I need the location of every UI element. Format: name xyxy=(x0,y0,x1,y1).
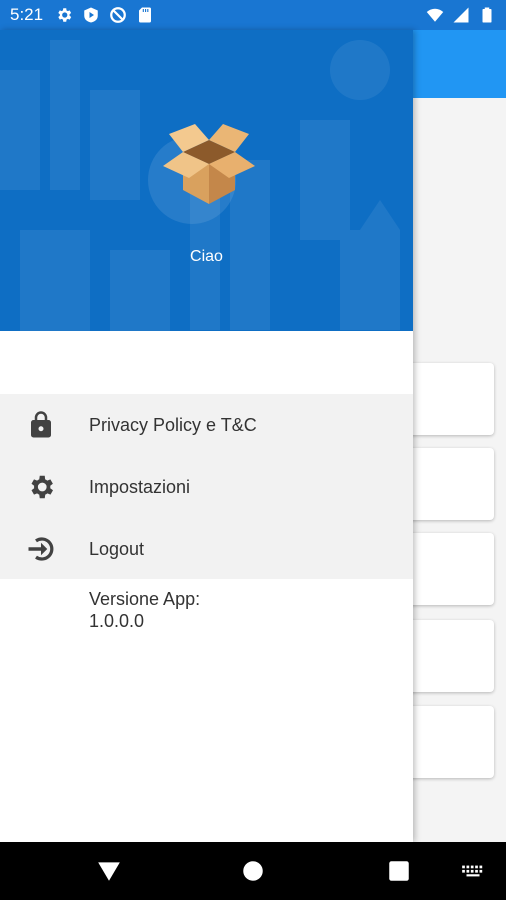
gear-icon xyxy=(58,8,72,22)
status-time: 5:21 xyxy=(10,5,44,24)
no-sync-icon xyxy=(110,7,126,23)
home-icon[interactable] xyxy=(240,858,266,884)
drawer-header: Ciao xyxy=(0,30,413,331)
menu-item-settings[interactable]: Impostazioni xyxy=(0,456,413,518)
navigation-drawer: Ciao Privacy Policy e T&C Impostazioni L… xyxy=(0,30,413,842)
version-label: Versione App: xyxy=(89,589,201,609)
menu-label: Privacy Policy e T&C xyxy=(89,414,257,435)
logout-icon xyxy=(28,537,54,561)
status-bar: 5:21 xyxy=(0,0,506,30)
status-notification-icons xyxy=(55,6,154,24)
battery-icon xyxy=(482,7,492,23)
wifi-icon xyxy=(426,8,444,22)
menu-label: Impostazioni xyxy=(89,476,191,497)
menu-item-logout[interactable]: Logout xyxy=(0,518,413,580)
box-icon xyxy=(163,124,255,204)
version-value: 1.0.0.0 xyxy=(89,611,145,631)
play-icon xyxy=(84,7,98,23)
lock-icon xyxy=(31,411,51,438)
menu-label: Logout xyxy=(89,538,145,559)
gear-icon xyxy=(31,475,53,499)
menu-item-privacy-policy[interactable]: Privacy Policy e T&C xyxy=(0,394,413,456)
signal-icon xyxy=(453,7,469,23)
status-system-icons xyxy=(426,6,496,24)
sd-card-icon xyxy=(139,7,152,23)
app-version: Versione App: 1.0.0.0 xyxy=(89,588,200,632)
keyboard-icon[interactable] xyxy=(460,858,486,884)
drawer-menu: Privacy Policy e T&C Impostazioni Logout xyxy=(0,394,413,579)
back-icon[interactable] xyxy=(96,858,122,884)
recents-icon[interactable] xyxy=(386,858,412,884)
greeting-text: Ciao xyxy=(190,248,223,265)
navigation-bar xyxy=(0,842,506,900)
